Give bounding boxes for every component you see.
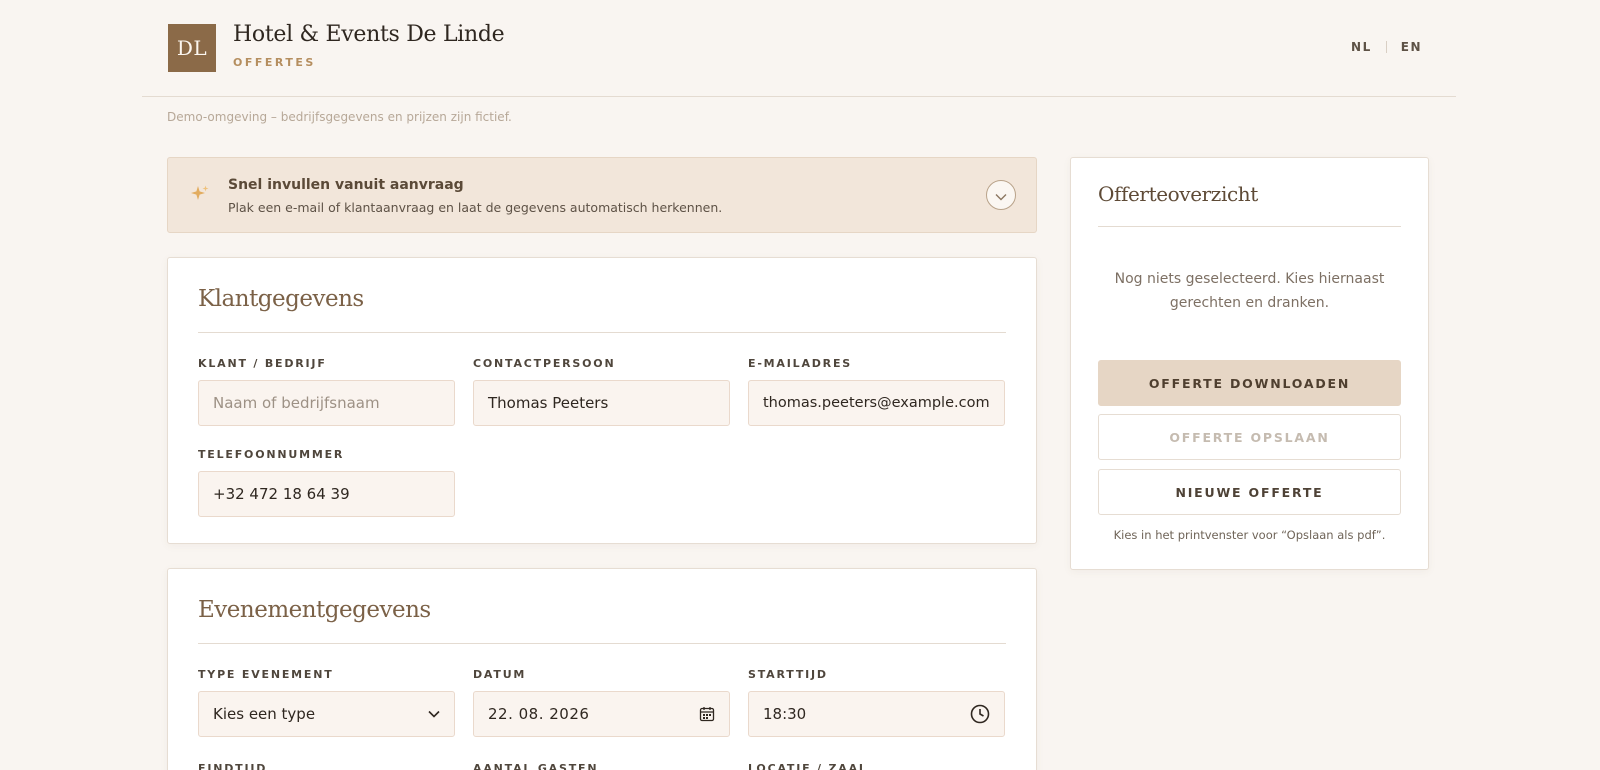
quickfill-panel[interactable]: Snel invullen vanuit aanvraag Plak een e… xyxy=(167,157,1037,233)
language-switcher: NL EN xyxy=(1351,40,1422,54)
end-time-label: EINDTIJD xyxy=(198,762,268,770)
event-card: Evenementgegevens TYPE EVENEMENT Kies ee… xyxy=(167,568,1037,770)
company-label: KLANT / BEDRIJF xyxy=(198,357,327,370)
start-time-value: 18:30 xyxy=(763,705,807,723)
summary-title: Offerteoverzicht xyxy=(1098,182,1258,206)
date-input[interactable]: 22. 08. 2026 xyxy=(473,691,730,737)
section-divider xyxy=(198,332,1006,333)
demo-note: Demo-omgeving – bedrijfsgegevens en prij… xyxy=(167,110,512,124)
client-section-title: Klantgegevens xyxy=(198,286,364,312)
event-type-select[interactable]: Kies een type xyxy=(198,691,455,737)
date-value: 22. 08. 2026 xyxy=(488,705,590,723)
lang-divider xyxy=(1385,41,1387,53)
quickfill-description: Plak een e-mail of klantaanvraag en laat… xyxy=(228,200,723,215)
start-time-input[interactable]: 18:30 xyxy=(748,691,1005,737)
date-label: DATUM xyxy=(473,668,527,681)
save-quote-button[interactable]: OFFERTE OPSLAAN xyxy=(1098,414,1401,460)
quickfill-title: Snel invullen vanuit aanvraag xyxy=(228,177,464,193)
location-label: LOCATIE / ZAAL xyxy=(748,762,868,770)
brand-name: Hotel & Events De Linde xyxy=(233,22,505,47)
app-header: DL Hotel & Events De Linde OFFERTES NL E… xyxy=(142,0,1456,97)
guests-label: AANTAL GASTEN xyxy=(473,762,599,770)
chevron-down-icon xyxy=(428,710,440,718)
download-quote-button[interactable]: OFFERTE DOWNLOADEN xyxy=(1098,360,1401,406)
calendar-icon[interactable] xyxy=(699,706,715,722)
email-input[interactable]: thomas.peeters@example.com xyxy=(748,380,1005,426)
event-section-title: Evenementgegevens xyxy=(198,597,431,623)
quickfill-toggle-button[interactable] xyxy=(986,180,1016,210)
start-time-label: STARTTIJD xyxy=(748,668,828,681)
phone-label: TELEFOONNUMMER xyxy=(198,448,345,461)
sparkle-icon xyxy=(190,184,210,209)
logo: DL xyxy=(168,24,216,72)
email-label: E-MAILADRES xyxy=(748,357,852,370)
summary-empty-text: Nog niets geselecteerd. Kies hiernaast g… xyxy=(1114,271,1385,311)
phone-input[interactable]: +32 472 18 64 39 xyxy=(198,471,455,517)
new-quote-button[interactable]: NIEUWE OFFERTE xyxy=(1098,469,1401,515)
contact-label: CONTACTPERSOON xyxy=(473,357,616,370)
summary-card: Offerteoverzicht Nog niets geselecteerd.… xyxy=(1070,157,1429,570)
contact-input[interactable]: Thomas Peeters xyxy=(473,380,730,426)
brand-subtitle: OFFERTES xyxy=(233,56,316,69)
print-hint: Kies in het printvenster voor “Opslaan a… xyxy=(1113,528,1386,542)
lang-en[interactable]: EN xyxy=(1401,40,1422,54)
lang-nl[interactable]: NL xyxy=(1351,40,1372,54)
clock-icon[interactable] xyxy=(970,704,990,724)
client-card: Klantgegevens KLANT / BEDRIJF Naam of be… xyxy=(167,257,1037,544)
chevron-down-icon xyxy=(995,186,1007,205)
section-divider xyxy=(1098,226,1401,227)
event-type-value: Kies een type xyxy=(213,705,316,723)
company-input[interactable]: Naam of bedrijfsnaam xyxy=(198,380,455,426)
event-type-label: TYPE EVENEMENT xyxy=(198,668,334,681)
section-divider xyxy=(198,643,1006,644)
